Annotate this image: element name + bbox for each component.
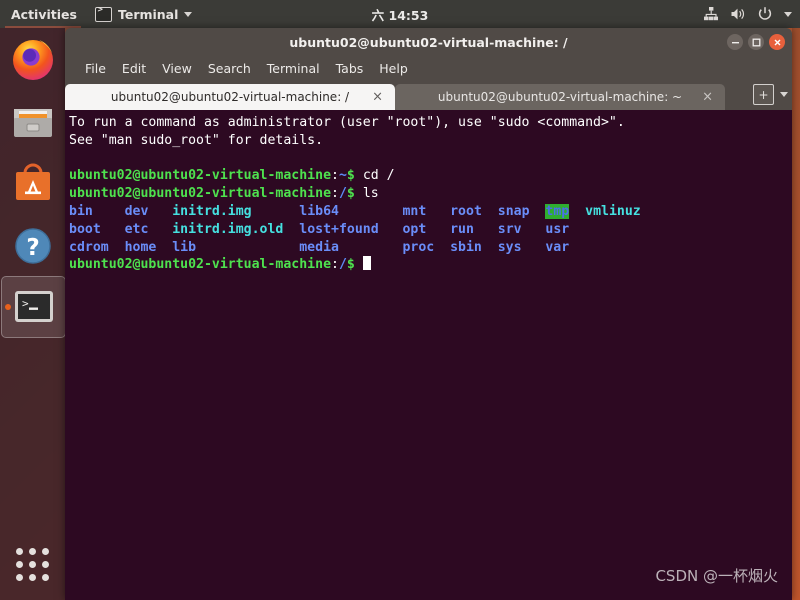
terminal-segment: / xyxy=(338,186,347,202)
svg-text:?: ? xyxy=(26,235,39,261)
help-icon: ? xyxy=(9,221,57,269)
terminal-line: cdrom home lib media proc sbin sys var xyxy=(69,239,792,257)
terminal-segment: boot etc xyxy=(69,221,173,237)
system-indicators[interactable] xyxy=(703,0,792,28)
volume-icon xyxy=(731,8,744,20)
terminal-output-area[interactable]: To run a command as administrator (user … xyxy=(65,110,792,600)
watermark: CSDN @一杯烟火 xyxy=(655,567,778,585)
terminal-segment: $ xyxy=(346,186,363,202)
terminal-text: To run a command as administrator (user … xyxy=(69,114,792,274)
terminal-segment: : xyxy=(331,257,339,273)
menu-item-terminal[interactable]: Terminal xyxy=(259,56,328,80)
terminal-segment: lost+found opt run srv usr xyxy=(299,221,570,237)
tab-label: ubuntu02@ubuntu02-virtual-machine: / xyxy=(110,90,350,104)
terminal-segment: ~ xyxy=(338,168,347,184)
chevron-down-icon[interactable] xyxy=(784,11,792,17)
menu-item-edit[interactable]: Edit xyxy=(114,56,154,80)
terminal-line: bin dev initrd.img lib64 mnt root snap t… xyxy=(69,203,792,221)
terminal-line: boot etc initrd.img.old lost+found opt r… xyxy=(69,221,792,239)
terminal-line: See "man sudo_root" for details. xyxy=(69,132,792,150)
terminal-segment: : xyxy=(331,168,339,184)
activities-label: Activities xyxy=(11,6,77,22)
dock-item-software[interactable] xyxy=(0,152,65,214)
software-icon xyxy=(9,159,57,207)
tab-close-icon[interactable]: × xyxy=(702,91,713,104)
tab-close-icon[interactable]: × xyxy=(372,91,383,104)
menu-item-tabs[interactable]: Tabs xyxy=(328,56,372,80)
terminal-cursor xyxy=(362,256,371,271)
show-applications-button[interactable] xyxy=(0,534,65,594)
terminal-segment: mnt root snap xyxy=(402,203,546,219)
terminal-segment: : xyxy=(331,186,339,202)
clock-label: 六 14:53 xyxy=(371,7,429,23)
firefox-icon xyxy=(9,35,57,83)
terminal-window: ubuntu02@ubuntu02-virtual-machine: / Fil… xyxy=(65,28,792,600)
files-icon xyxy=(9,97,57,145)
terminal-segment: ls xyxy=(362,186,379,202)
activities-button[interactable]: Activities xyxy=(0,0,86,28)
menu-bar: File Edit View Search Terminal Tabs Help xyxy=(65,56,792,80)
window-titlebar[interactable]: ubuntu02@ubuntu02-virtual-machine: / xyxy=(65,28,792,56)
tab-bar-tools: + xyxy=(753,84,788,105)
terminal-icon xyxy=(94,5,112,22)
terminal-segment: initrd.img.old xyxy=(172,221,300,237)
terminal-segment: To run a command as administrator (user … xyxy=(69,115,625,130)
terminal-icon: > xyxy=(10,283,58,331)
terminal-segment: initrd.img xyxy=(172,203,300,219)
chevron-down-icon xyxy=(184,11,193,17)
terminal-segment: ubuntu02@ubuntu02-virtual-machine xyxy=(69,257,332,273)
terminal-segment: lib64 xyxy=(299,203,403,219)
terminal-segment: $ xyxy=(346,168,363,184)
apps-grid-icon xyxy=(16,547,49,581)
dock-item-help[interactable]: ? xyxy=(0,214,65,276)
terminal-line: ubuntu02@ubuntu02-virtual-machine:/$ xyxy=(69,256,792,274)
app-menu-button[interactable]: Terminal xyxy=(86,0,201,28)
ubuntu-dock: ? > xyxy=(0,28,66,600)
menu-item-search[interactable]: Search xyxy=(200,56,259,80)
window-controls xyxy=(727,28,785,56)
minimize-button[interactable] xyxy=(727,34,743,50)
dock-item-firefox[interactable] xyxy=(0,28,65,90)
terminal-segment: ubuntu02@ubuntu02-virtual-machine xyxy=(69,168,332,184)
gnome-top-bar: Activities Terminal 六 14:53 xyxy=(0,0,800,28)
terminal-segment: ubuntu02@ubuntu02-virtual-machine xyxy=(69,186,332,202)
terminal-segment: cd / xyxy=(362,168,395,184)
power-icon xyxy=(758,7,772,20)
maximize-button[interactable] xyxy=(748,34,764,50)
terminal-segment xyxy=(569,204,585,219)
terminal-line: To run a command as administrator (user … xyxy=(69,114,792,132)
terminal-segment: bin dev xyxy=(69,203,173,219)
tab-terminal-root[interactable]: ubuntu02@ubuntu02-virtual-machine: / × xyxy=(65,84,395,110)
dock-item-terminal[interactable]: > xyxy=(1,276,66,338)
menu-item-view[interactable]: View xyxy=(154,56,200,80)
desktop: Activities Terminal 六 14:53 xyxy=(0,0,800,600)
terminal-segment: See "man sudo_root" for details. xyxy=(69,132,324,148)
tab-label: ubuntu02@ubuntu02-virtual-machine: ~ xyxy=(437,90,683,104)
terminal-segment: / xyxy=(338,257,347,273)
new-tab-button[interactable]: + xyxy=(753,84,774,105)
chevron-down-icon[interactable] xyxy=(780,92,788,97)
network-icon xyxy=(704,7,718,21)
terminal-segment: cdrom home lib media proc sbin sys var xyxy=(69,239,570,255)
terminal-line: ubuntu02@ubuntu02-virtual-machine:/$ ls xyxy=(69,185,792,203)
tab-terminal-home[interactable]: ubuntu02@ubuntu02-virtual-machine: ~ × xyxy=(395,84,725,110)
close-button[interactable] xyxy=(769,34,785,50)
menu-item-file[interactable]: File xyxy=(77,56,114,80)
menu-item-help[interactable]: Help xyxy=(371,56,416,80)
svg-text:>: > xyxy=(22,297,29,310)
tab-bar: ubuntu02@ubuntu02-virtual-machine: / × u… xyxy=(65,80,792,110)
terminal-segment: $ xyxy=(346,257,363,273)
terminal-segment: tmp xyxy=(545,203,570,219)
terminal-line: ubuntu02@ubuntu02-virtual-machine:~$ cd … xyxy=(69,167,792,185)
dock-item-files[interactable] xyxy=(0,90,65,152)
terminal-segment: vmlinuz xyxy=(585,203,641,219)
window-title: ubuntu02@ubuntu02-virtual-machine: / xyxy=(289,34,568,50)
app-menu-label: Terminal xyxy=(117,6,179,22)
